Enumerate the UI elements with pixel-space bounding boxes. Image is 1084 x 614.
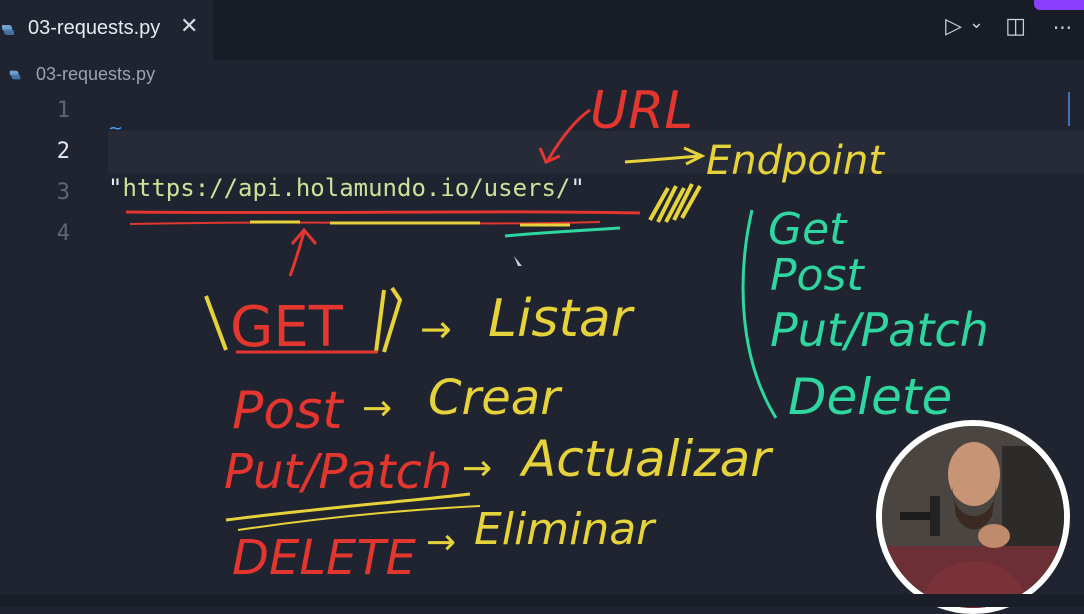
action-listar: Listar xyxy=(488,289,636,349)
method-put-patch: Put/Patch xyxy=(224,444,452,500)
arrow-put: → xyxy=(462,448,492,489)
action-crear: Crear xyxy=(428,370,563,426)
method-post: Post xyxy=(232,381,344,441)
action-actualizar: Actualizar xyxy=(519,430,774,488)
mouse-pointer-icon xyxy=(514,256,522,266)
arrow-post: → xyxy=(362,388,392,429)
action-eliminar: Eliminar xyxy=(474,504,657,555)
status-bar xyxy=(0,594,1084,607)
presenter-webcam xyxy=(876,420,1070,614)
right-method-get: Get xyxy=(768,204,848,255)
right-method-put-patch: Put/Patch xyxy=(770,303,989,357)
arrow-get: → xyxy=(420,307,452,351)
right-method-delete: Delete xyxy=(788,368,952,426)
right-method-post: Post xyxy=(770,250,865,301)
presenter-image xyxy=(882,426,1064,608)
method-delete: DELETE xyxy=(232,530,417,586)
arrow-delete: → xyxy=(426,522,456,563)
endpoint-label: Endpoint xyxy=(706,138,885,184)
url-label: URL xyxy=(590,81,693,141)
method-get: GET xyxy=(230,295,344,360)
